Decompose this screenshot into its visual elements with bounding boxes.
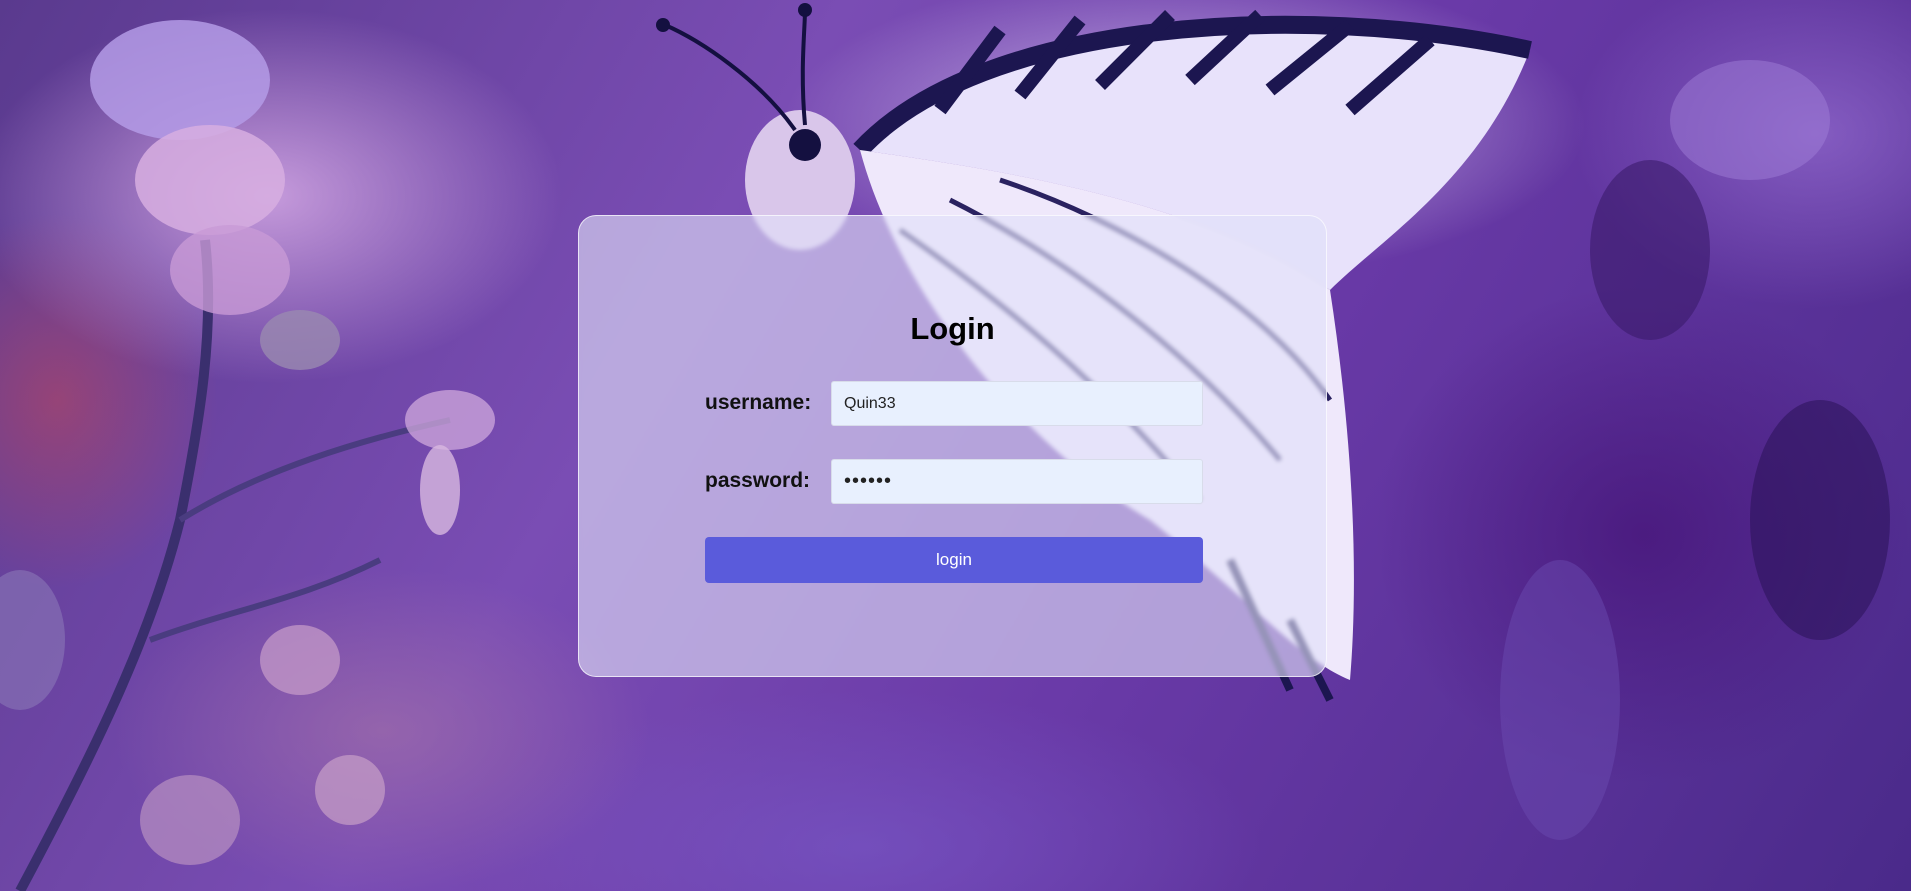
- password-label: password:: [705, 469, 811, 492]
- username-label: username:: [705, 391, 812, 414]
- username-input[interactable]: [831, 381, 1203, 426]
- login-title: Login: [910, 311, 995, 346]
- login-button[interactable]: login: [705, 537, 1203, 583]
- foliage-blur: [1500, 60, 1890, 840]
- login-card: Login username: password: login: [578, 215, 1327, 677]
- password-input[interactable]: [831, 459, 1203, 504]
- flower-illustration: [0, 20, 495, 891]
